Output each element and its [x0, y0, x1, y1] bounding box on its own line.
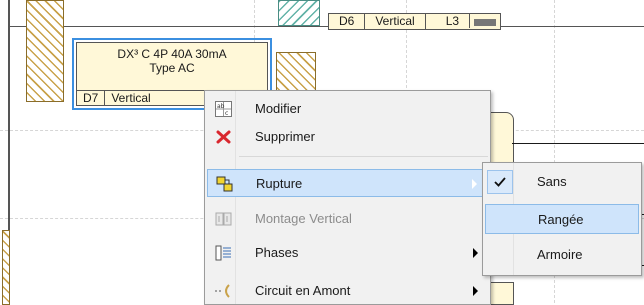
submenu-item-label: Rangée: [538, 212, 584, 227]
submenu-item-sans[interactable]: Sans: [485, 167, 639, 197]
menu-separator: [239, 156, 488, 157]
submenu-arrow-icon: [473, 248, 478, 258]
menu-item-label: Circuit en Amont: [255, 283, 351, 298]
svg-text:ab: ab: [217, 103, 225, 110]
menu-item-rupture[interactable]: Rupture: [207, 169, 488, 197]
submenu-arrow-icon: [473, 286, 478, 296]
module-title-line2: Type AC: [149, 61, 195, 75]
module-fragment: [490, 112, 514, 164]
module-orientation: Vertical: [111, 91, 151, 105]
submenu-item-label: Sans: [537, 174, 567, 189]
menu-item-circuit-en-amont[interactable]: Circuit en Amont: [207, 277, 488, 305]
context-menu[interactable]: ab c Modifier Supprimer Rupture Montage V…: [204, 90, 491, 305]
menu-item-supprimer[interactable]: Supprimer: [207, 123, 488, 151]
hatched-block: [2, 230, 10, 305]
menu-item-label: Montage Vertical: [255, 211, 352, 226]
menu-item-modifier[interactable]: ab c Modifier: [207, 95, 488, 123]
check-icon: [487, 170, 513, 194]
menu-item-label: Modifier: [255, 101, 302, 116]
phase-label: L3: [435, 14, 471, 28]
module-title-line1: DX³ C 4P 40A 30mA: [117, 47, 227, 61]
submenu-item-label: Armoire: [537, 247, 583, 262]
wire: [512, 143, 644, 144]
hatched-block: [278, 0, 320, 26]
upstream-circuit-icon: [215, 283, 232, 299]
svg-text:c: c: [225, 110, 228, 117]
module-id: D7: [77, 91, 106, 105]
module-row-d6[interactable]: D6 Vertical L3: [328, 13, 502, 30]
vertical-mount-icon: [215, 211, 232, 227]
submenu-item-rangee[interactable]: Rangée: [485, 204, 639, 234]
submenu-item-armoire[interactable]: Armoire: [485, 240, 639, 270]
frame-border: [8, 26, 644, 27]
menu-item-montage-vertical[interactable]: Montage Vertical: [207, 205, 488, 233]
edit-properties-icon: ab c: [215, 101, 232, 117]
module-id: D6: [329, 14, 366, 29]
delete-x-icon: [215, 129, 232, 145]
module-orientation: Vertical: [365, 14, 426, 29]
square-icon: [474, 19, 497, 26]
phases-icon: [215, 245, 232, 261]
break-icon: [216, 176, 233, 192]
hatched-block: [26, 0, 64, 102]
menu-item-phases[interactable]: Phases: [207, 239, 488, 267]
menu-item-label: Rupture: [256, 176, 303, 191]
menu-item-label: Supprimer: [255, 129, 315, 144]
module-fragment: [490, 282, 514, 305]
module-phase: L3: [426, 14, 500, 29]
submenu-arrow-icon: [472, 179, 477, 189]
rupture-submenu[interactable]: Sans Rangée Armoire: [482, 162, 642, 276]
menu-item-label: Phases: [255, 245, 299, 260]
